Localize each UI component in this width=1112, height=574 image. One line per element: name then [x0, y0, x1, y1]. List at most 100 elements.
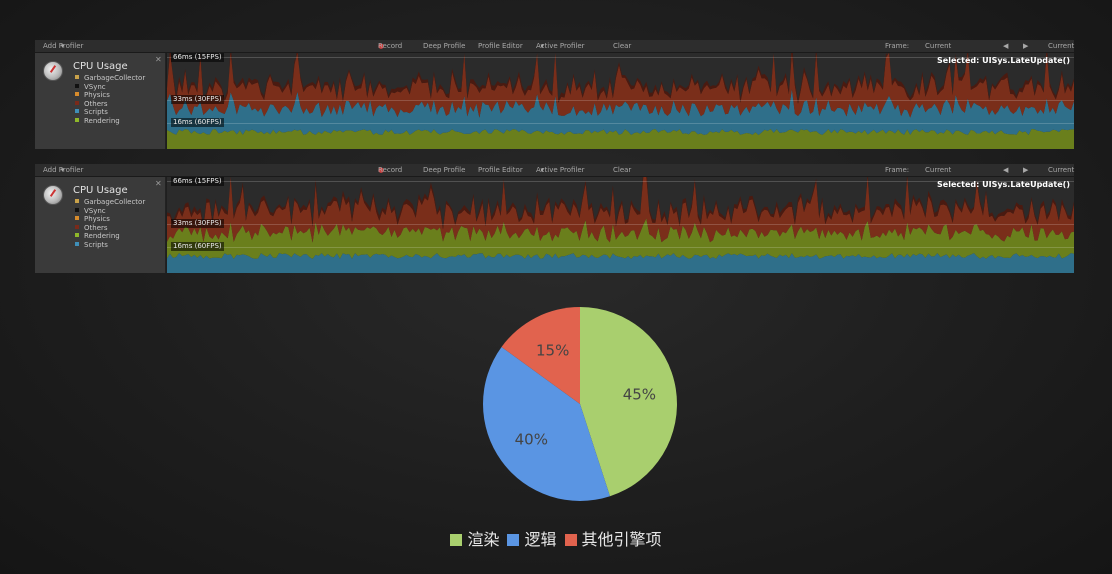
legend-swatch — [75, 100, 79, 105]
legend-label: GarbageCollector — [84, 198, 146, 206]
cpu-graph[interactable]: 66ms (15FPS) 33ms (30FPS) 16ms (60FPS) S… — [167, 177, 1074, 273]
ref-line-33ms — [167, 224, 1074, 225]
deep-profile-button[interactable]: Deep Profile — [423, 164, 465, 176]
ref-label-66ms: 66ms (15FPS) — [171, 177, 224, 186]
current-frame-button[interactable]: Current — [1048, 164, 1074, 176]
cpu-graph-canvas[interactable] — [167, 53, 1074, 149]
next-frame-icon[interactable]: ▶ — [1023, 164, 1028, 176]
frame-label: Frame: — [885, 42, 910, 50]
frame-value: Current — [925, 166, 952, 174]
legend-swatch — [75, 92, 79, 96]
legend-swatch — [75, 83, 79, 88]
legend-item-others[interactable]: Others — [75, 224, 145, 233]
legend-item-garbagecollector[interactable]: GarbageCollector — [75, 74, 145, 83]
legend-swatch — [75, 233, 79, 237]
cpu-gauge-icon — [43, 61, 63, 81]
legend-swatch — [75, 224, 79, 229]
legend-item-vsync[interactable]: VSync — [75, 83, 145, 92]
add-profiler-dropdown[interactable]: Add Profiler ▾ — [43, 164, 83, 176]
cpu-usage-title: CPU Usage — [73, 61, 128, 72]
ref-line-16ms — [167, 247, 1074, 248]
pie-slice-label-2: 15% — [536, 341, 569, 359]
ref-label-16ms: 16ms (60FPS) — [171, 118, 224, 127]
legend-label: Scripts — [84, 108, 108, 116]
ref-label-16ms: 16ms (60FPS) — [171, 242, 224, 251]
pie-legend-swatch — [507, 534, 520, 546]
legend-item-physics[interactable]: Physics — [75, 215, 145, 224]
profile-editor-button[interactable]: Profile Editor — [478, 40, 523, 52]
legend-item-vsync[interactable]: VSync — [75, 207, 145, 216]
legend-item-rendering[interactable]: Rendering — [75, 232, 145, 241]
legend-label: VSync — [84, 206, 106, 215]
legend-swatch — [75, 109, 79, 113]
deep-profile-button[interactable]: Deep Profile — [423, 40, 465, 52]
legend-item-garbagecollector[interactable]: GarbageCollector — [75, 198, 145, 207]
pie-legend-label: 其他引擎项 — [581, 530, 662, 549]
active-profiler-dropdown[interactable]: Active Profiler ▾ — [536, 164, 585, 176]
ref-line-16ms — [167, 123, 1074, 124]
legend-label: VSync — [84, 82, 106, 91]
profiler-panel-2: Add Profiler ▾ ● Record Deep Profile Pro… — [35, 164, 1074, 273]
pie-legend-item: 其他引擎项 — [564, 530, 662, 550]
pie-chart: 45% 40% 15% — [483, 307, 677, 501]
profiler-panel-1: Add Profiler ▾ ● Record Deep Profile Pro… — [35, 40, 1074, 149]
legend-label: GarbageCollector — [84, 74, 146, 82]
legend-swatch — [75, 207, 79, 212]
legend-item-scripts[interactable]: Scripts — [75, 108, 145, 117]
selected-function-label: Selected: UISys.LateUpdate() — [937, 56, 1070, 65]
cpu-legend: GarbageCollector VSync Physics Others Script… — [75, 74, 145, 125]
pie-legend-swatch — [450, 534, 463, 546]
ref-line-33ms — [167, 100, 1074, 101]
pie-legend-item: 逻辑 — [507, 530, 557, 550]
cpu-legend: GarbageCollector VSync Physics Others Render… — [75, 198, 145, 249]
active-profiler-dropdown[interactable]: Active Profiler ▾ — [536, 40, 585, 52]
ref-label-33ms: 33ms (30FPS) — [171, 95, 224, 104]
legend-label: Physics — [84, 215, 110, 223]
profiler-sidebar[interactable]: CPU Usage ✕ GarbageCollector VSync Physics… — [35, 53, 166, 149]
cpu-usage-title: CPU Usage — [73, 185, 128, 196]
pie-legend-swatch — [564, 534, 577, 546]
selected-function-label: Selected: UISys.LateUpdate() — [937, 180, 1070, 189]
profile-editor-button[interactable]: Profile Editor — [478, 164, 523, 176]
pie-slice-label-0: 45% — [623, 386, 656, 404]
legend-swatch — [75, 241, 79, 246]
pie-legend: 渲染 逻辑 其他引擎项 — [0, 530, 1112, 550]
legend-label: Rendering — [84, 116, 120, 125]
pie-slice-label-1: 40% — [515, 430, 548, 448]
profiler-toolbar: Add Profiler ▾ ● Record Deep Profile Pro… — [35, 40, 1074, 53]
legend-label: Physics — [84, 91, 110, 99]
legend-label: Others — [84, 223, 108, 232]
legend-swatch — [75, 216, 79, 220]
legend-item-rendering[interactable]: Rendering — [75, 117, 145, 126]
frame-label: Frame: — [885, 166, 910, 174]
prev-frame-icon[interactable]: ◀ — [1003, 40, 1008, 52]
profiler-sidebar[interactable]: CPU Usage ✕ GarbageCollector VSync Physics… — [35, 177, 166, 273]
pie-legend-label: 渲染 — [467, 530, 500, 549]
legend-item-scripts[interactable]: Scripts — [75, 241, 145, 250]
clear-button[interactable]: Clear — [613, 40, 631, 52]
close-icon[interactable]: ✕ — [155, 179, 162, 188]
next-frame-icon[interactable]: ▶ — [1023, 40, 1028, 52]
legend-swatch — [75, 117, 79, 122]
clear-button[interactable]: Clear — [613, 164, 631, 176]
profiler-toolbar: Add Profiler ▾ ● Record Deep Profile Pro… — [35, 164, 1074, 177]
legend-label: Scripts — [84, 240, 108, 249]
add-profiler-dropdown[interactable]: Add Profiler ▾ — [43, 40, 83, 52]
legend-swatch — [75, 75, 79, 79]
cpu-graph[interactable]: 66ms (15FPS) 33ms (30FPS) 16ms (60FPS) S… — [167, 53, 1074, 149]
legend-item-physics[interactable]: Physics — [75, 91, 145, 100]
legend-label: Others — [84, 99, 108, 108]
legend-item-others[interactable]: Others — [75, 100, 145, 109]
ref-label-66ms: 66ms (15FPS) — [171, 53, 224, 62]
prev-frame-icon[interactable]: ◀ — [1003, 164, 1008, 176]
frame-value: Current — [925, 42, 952, 50]
pie-legend-item: 渲染 — [450, 530, 499, 550]
ref-label-33ms: 33ms (30FPS) — [171, 219, 224, 228]
pie-legend-label: 逻辑 — [524, 530, 557, 549]
current-frame-button[interactable]: Current — [1048, 40, 1074, 52]
cpu-graph-canvas[interactable] — [167, 177, 1074, 273]
legend-label: Rendering — [84, 232, 120, 240]
cpu-gauge-icon — [43, 185, 63, 205]
close-icon[interactable]: ✕ — [155, 55, 162, 64]
legend-swatch — [75, 199, 79, 203]
